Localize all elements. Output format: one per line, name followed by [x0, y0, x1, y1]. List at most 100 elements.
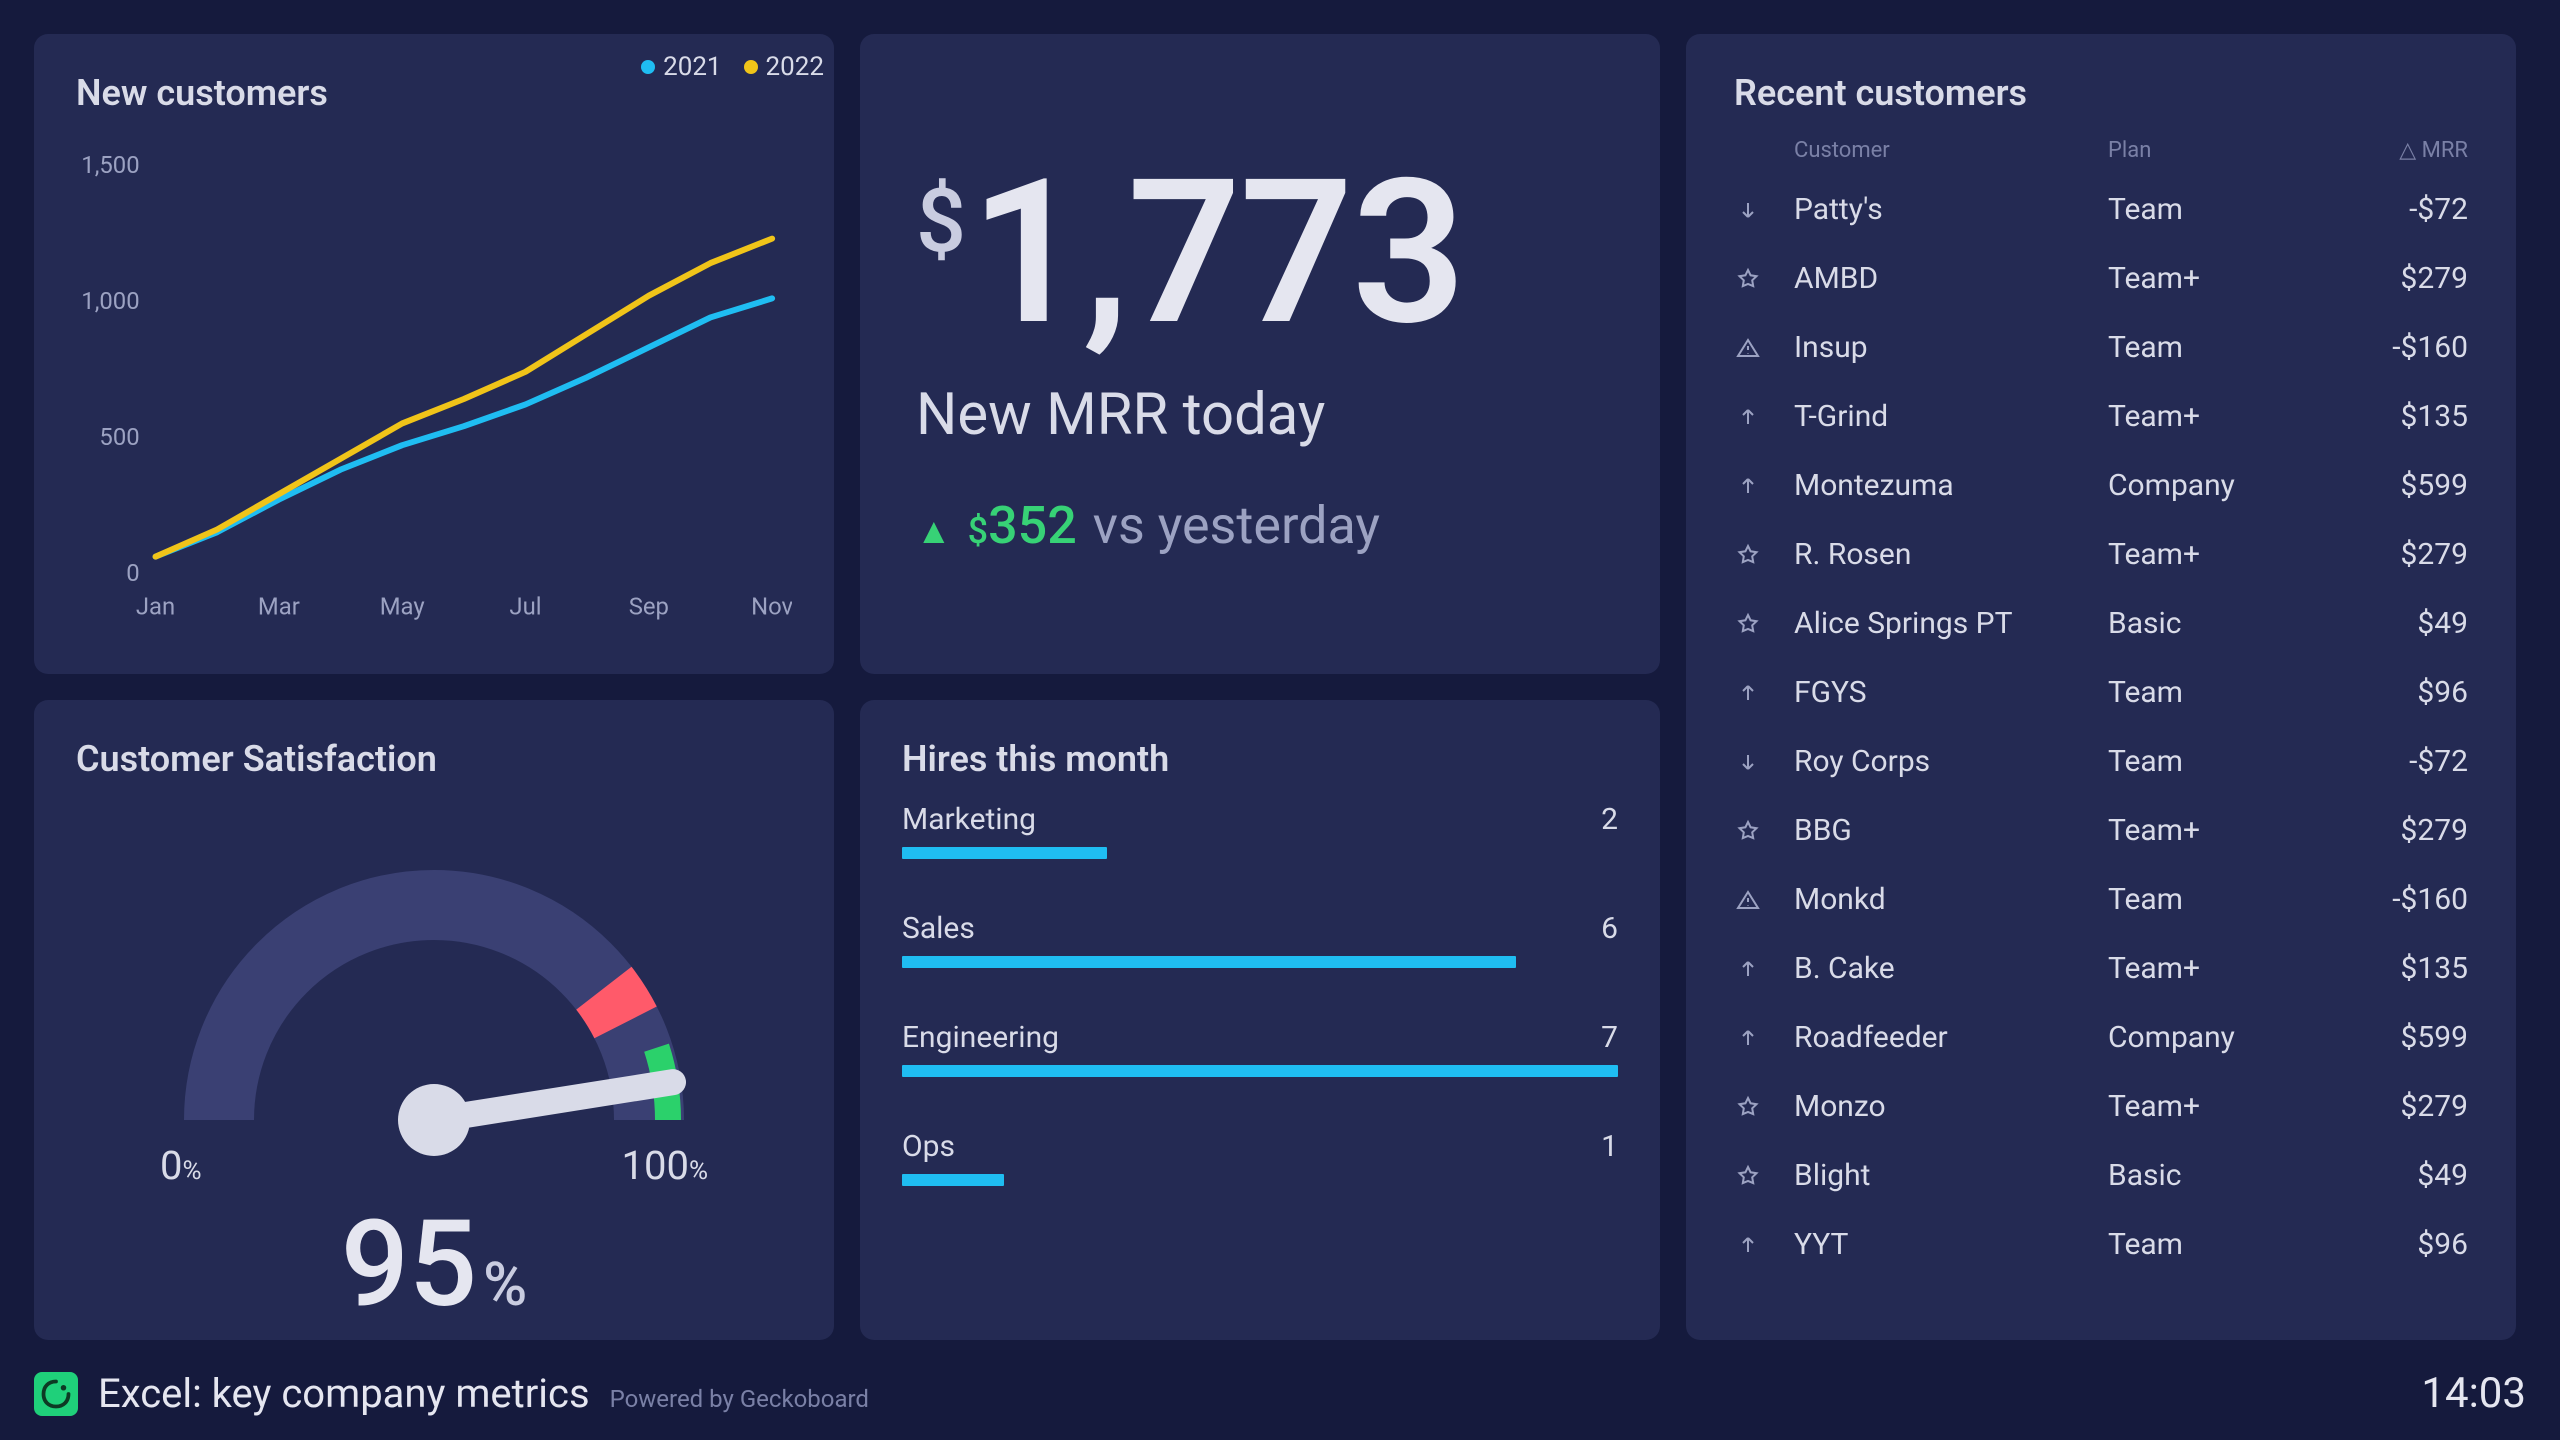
plan-name: Team+ [2108, 261, 2308, 296]
plan-name: Team [2108, 330, 2308, 365]
mrr-delta-cell: $279 [2308, 261, 2468, 296]
up-icon [1734, 403, 1762, 431]
table-row: Monkd Team -$160 [1734, 865, 2468, 934]
new-customers-card: New customers 2021 2022 05001,0001,500Ja… [34, 34, 834, 674]
mrr-card: $1,773 New MRR today ▲ $352 vs yesterday [860, 34, 1660, 674]
svg-text:500: 500 [99, 423, 139, 451]
hire-value: 1 [1601, 1129, 1618, 1164]
customer-name: R. Rosen [1794, 537, 2108, 572]
mrr-delta-cell: $279 [2308, 537, 2468, 572]
table-row: Roy Corps Team -$72 [1734, 727, 2468, 796]
mrr-label: New MRR today [916, 381, 1604, 449]
plan-name: Team+ [2108, 537, 2308, 572]
hire-row: Sales 6 [902, 911, 1618, 968]
customer-name: AMBD [1794, 261, 2108, 296]
plan-name: Team [2108, 882, 2308, 917]
mrr-delta-cell: -$72 [2308, 192, 2468, 227]
hire-label: Marketing [902, 802, 1036, 837]
hire-label: Sales [902, 911, 975, 946]
up-icon [1734, 679, 1762, 707]
hire-row: Engineering 7 [902, 1020, 1618, 1077]
table-row: YYT Team $96 [1734, 1210, 2468, 1279]
table-row: R. Rosen Team+ $279 [1734, 520, 2468, 589]
mrr-delta-cell: -$72 [2308, 744, 2468, 779]
hires-card: Hires this month Marketing 2 Sales 6 Engin… [860, 700, 1660, 1340]
warn-icon [1734, 886, 1762, 914]
mrr-delta: ▲ $352 vs yesterday [916, 495, 1604, 556]
mrr-delta-cell: $279 [2308, 813, 2468, 848]
table-row: Montezuma Company $599 [1734, 451, 2468, 520]
svg-text:Sep: Sep [629, 593, 669, 621]
mrr-delta-cell: $135 [2308, 399, 2468, 434]
customer-name: B. Cake [1794, 951, 2108, 986]
hire-value: 6 [1601, 911, 1618, 946]
new-customers-chart: 05001,0001,500JanMarMayJulSepNov [76, 134, 792, 634]
customer-name: T-Grind [1794, 399, 2108, 434]
down-icon [1734, 748, 1762, 776]
legend-2022: 2022 [744, 52, 824, 82]
down-icon [1734, 196, 1762, 224]
table-row: B. Cake Team+ $135 [1734, 934, 2468, 1003]
star-icon [1734, 265, 1762, 293]
up-icon [1734, 1231, 1762, 1259]
chart-legend: 2021 2022 [641, 52, 824, 82]
gauge-max: 100% [622, 1142, 709, 1189]
table-row: T-Grind Team+ $135 [1734, 382, 2468, 451]
recent-customers-card: Recent customers Customer Plan △ MRR Pat… [1686, 34, 2516, 1340]
mrr-delta-cell: $279 [2308, 1089, 2468, 1124]
plan-name: Team+ [2108, 951, 2308, 986]
svg-text:1,000: 1,000 [81, 287, 139, 315]
hire-row: Ops 1 [902, 1129, 1618, 1186]
recent-customers-header: Customer Plan △ MRR [1734, 138, 2468, 163]
star-icon [1734, 817, 1762, 845]
mrr-delta-cell: $96 [2308, 675, 2468, 710]
mrr-delta-cell: $135 [2308, 951, 2468, 986]
hire-label: Ops [902, 1129, 955, 1164]
svg-text:Jan: Jan [136, 593, 175, 621]
legend-2021: 2021 [641, 52, 721, 82]
satisfaction-gauge [114, 800, 754, 1160]
plan-name: Team+ [2108, 1089, 2308, 1124]
table-row: Patty's Team -$72 [1734, 175, 2468, 244]
customer-name: YYT [1794, 1227, 2108, 1262]
star-icon [1734, 610, 1762, 638]
recent-customers-title: Recent customers [1734, 72, 2468, 114]
svg-text:Jul: Jul [509, 593, 541, 621]
table-row: FGYS Team $96 [1734, 658, 2468, 727]
satisfaction-card: Customer Satisfaction 0% 100% 95% [34, 700, 834, 1340]
footer: Excel: key company metrics Powered by Ge… [34, 1369, 2526, 1418]
up-icon [1734, 472, 1762, 500]
hire-value: 2 [1601, 802, 1618, 837]
svg-text:1,500: 1,500 [81, 151, 139, 179]
hires-title: Hires this month [902, 738, 1618, 780]
plan-name: Basic [2108, 606, 2308, 641]
plan-name: Team [2108, 1227, 2308, 1262]
customer-name: Roy Corps [1794, 744, 2108, 779]
table-row: Monzo Team+ $279 [1734, 1072, 2468, 1141]
svg-text:Nov: Nov [751, 593, 792, 621]
footer-subtitle: Powered by Geckoboard [610, 1385, 869, 1413]
star-icon [1734, 1093, 1762, 1121]
table-row: AMBD Team+ $279 [1734, 244, 2468, 313]
geckoboard-logo-icon [34, 1372, 78, 1416]
up-icon [1734, 955, 1762, 983]
table-row: Blight Basic $49 [1734, 1141, 2468, 1210]
table-row: Insup Team -$160 [1734, 313, 2468, 382]
mrr-value: $1,773 [916, 153, 1604, 353]
plan-name: Basic [2108, 1158, 2308, 1193]
customer-name: Patty's [1794, 192, 2108, 227]
mrr-delta-cell: $599 [2308, 468, 2468, 503]
star-icon [1734, 1162, 1762, 1190]
customer-name: BBG [1794, 813, 2108, 848]
customer-name: Blight [1794, 1158, 2108, 1193]
hire-value: 7 [1601, 1020, 1618, 1055]
gauge-min: 0% [160, 1142, 202, 1189]
hire-label: Engineering [902, 1020, 1059, 1055]
svg-text:0: 0 [126, 559, 139, 587]
hire-row: Marketing 2 [902, 802, 1618, 859]
plan-name: Company [2108, 468, 2308, 503]
customer-name: FGYS [1794, 675, 2108, 710]
footer-clock: 14:03 [2421, 1369, 2526, 1418]
mrr-delta-cell: -$160 [2308, 330, 2468, 365]
mrr-delta-cell: $96 [2308, 1227, 2468, 1262]
